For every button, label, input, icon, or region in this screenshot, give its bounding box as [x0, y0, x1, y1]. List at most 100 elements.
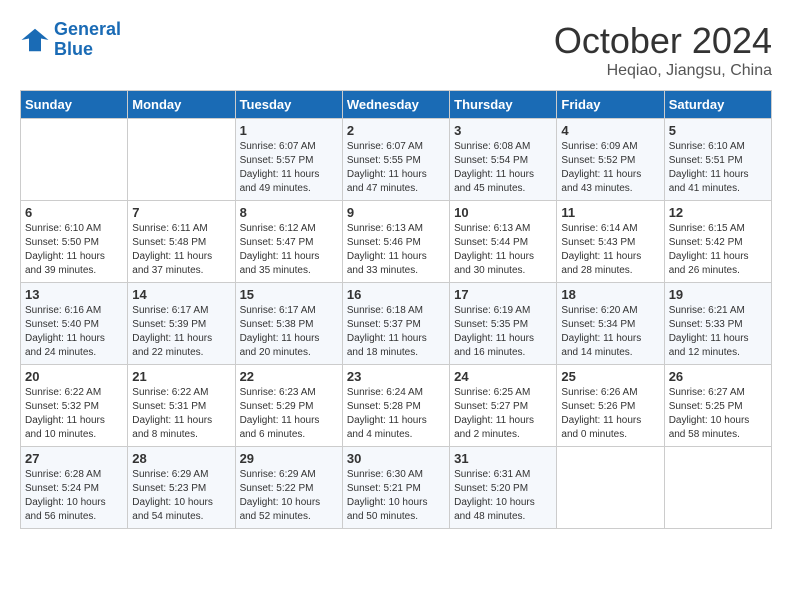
- day-info: Sunrise: 6:10 AM Sunset: 5:50 PM Dayligh…: [25, 222, 123, 278]
- day-number: 5: [669, 123, 767, 138]
- day-number: 19: [669, 287, 767, 302]
- weekday-header: Monday: [128, 91, 235, 119]
- weekday-header: Tuesday: [235, 91, 342, 119]
- weekday-header-row: SundayMondayTuesdayWednesdayThursdayFrid…: [21, 91, 772, 119]
- day-number: 14: [132, 287, 230, 302]
- day-number: 24: [454, 369, 552, 384]
- weekday-header: Wednesday: [342, 91, 449, 119]
- day-info: Sunrise: 6:08 AM Sunset: 5:54 PM Dayligh…: [454, 140, 552, 196]
- calendar-cell: 14 Sunrise: 6:17 AM Sunset: 5:39 PM Dayli…: [128, 283, 235, 365]
- day-info: Sunrise: 6:12 AM Sunset: 5:47 PM Dayligh…: [240, 222, 338, 278]
- day-info: Sunrise: 6:15 AM Sunset: 5:42 PM Dayligh…: [669, 222, 767, 278]
- day-number: 29: [240, 451, 338, 466]
- day-info: Sunrise: 6:29 AM Sunset: 5:23 PM Dayligh…: [132, 468, 230, 524]
- day-info: Sunrise: 6:07 AM Sunset: 5:55 PM Dayligh…: [347, 140, 445, 196]
- calendar-cell: 7Sunrise: 6:11 AM Sunset: 5:48 PM Daylig…: [128, 201, 235, 283]
- day-number: 8: [240, 205, 338, 220]
- calendar-cell: 28 Sunrise: 6:29 AM Sunset: 5:23 PM Dayli…: [128, 447, 235, 529]
- calendar-cell: 26 Sunrise: 6:27 AM Sunset: 5:25 PM Dayli…: [664, 365, 771, 447]
- calendar-cell: 2 Sunrise: 6:07 AM Sunset: 5:55 PM Daylig…: [342, 119, 449, 201]
- month-title: October 2024: [554, 20, 772, 62]
- day-info: Sunrise: 6:27 AM Sunset: 5:25 PM Dayligh…: [669, 386, 767, 442]
- day-info: Sunrise: 6:31 AM Sunset: 5:20 PM Dayligh…: [454, 468, 552, 524]
- calendar-cell: 6 Sunrise: 6:10 AM Sunset: 5:50 PM Daylig…: [21, 201, 128, 283]
- day-number: 6: [25, 205, 123, 220]
- day-number: 18: [561, 287, 659, 302]
- calendar-cell: 12 Sunrise: 6:15 AM Sunset: 5:42 PM Dayli…: [664, 201, 771, 283]
- day-number: 21: [132, 369, 230, 384]
- calendar-cell: 24 Sunrise: 6:25 AM Sunset: 5:27 PM Dayli…: [450, 365, 557, 447]
- calendar-cell: 22 Sunrise: 6:23 AM Sunset: 5:29 PM Dayli…: [235, 365, 342, 447]
- page-header: General Blue October 2024 Heqiao, Jiangs…: [20, 20, 772, 80]
- calendar-cell: [557, 447, 664, 529]
- calendar-cell: 13 Sunrise: 6:16 AM Sunset: 5:40 PM Dayli…: [21, 283, 128, 365]
- day-info: Sunrise: 6:25 AM Sunset: 5:27 PM Dayligh…: [454, 386, 552, 442]
- day-info: Sunrise: 6:14 AM Sunset: 5:43 PM Dayligh…: [561, 222, 659, 278]
- weekday-header: Thursday: [450, 91, 557, 119]
- day-info: Sunrise: 6:17 AM Sunset: 5:38 PM Dayligh…: [240, 304, 338, 360]
- logo: General Blue: [20, 20, 121, 60]
- calendar-cell: 10 Sunrise: 6:13 AM Sunset: 5:44 PM Dayli…: [450, 201, 557, 283]
- calendar-cell: 15 Sunrise: 6:17 AM Sunset: 5:38 PM Dayli…: [235, 283, 342, 365]
- day-info: Sunrise: 6:10 AM Sunset: 5:51 PM Dayligh…: [669, 140, 767, 196]
- day-info: Sunrise: 6:18 AM Sunset: 5:37 PM Dayligh…: [347, 304, 445, 360]
- calendar-week-row: 6 Sunrise: 6:10 AM Sunset: 5:50 PM Daylig…: [21, 201, 772, 283]
- day-number: 25: [561, 369, 659, 384]
- calendar-cell: [664, 447, 771, 529]
- day-info: Sunrise: 6:13 AM Sunset: 5:46 PM Dayligh…: [347, 222, 445, 278]
- calendar-cell: 23 Sunrise: 6:24 AM Sunset: 5:28 PM Dayli…: [342, 365, 449, 447]
- weekday-header: Saturday: [664, 91, 771, 119]
- logo-icon: [20, 25, 50, 55]
- calendar-cell: 27 Sunrise: 6:28 AM Sunset: 5:24 PM Dayli…: [21, 447, 128, 529]
- calendar-week-row: 20Sunrise: 6:22 AM Sunset: 5:32 PM Dayli…: [21, 365, 772, 447]
- weekday-header: Sunday: [21, 91, 128, 119]
- day-info: Sunrise: 6:28 AM Sunset: 5:24 PM Dayligh…: [25, 468, 123, 524]
- calendar-cell: 5 Sunrise: 6:10 AM Sunset: 5:51 PM Daylig…: [664, 119, 771, 201]
- day-info: Sunrise: 6:29 AM Sunset: 5:22 PM Dayligh…: [240, 468, 338, 524]
- day-info: Sunrise: 6:22 AM Sunset: 5:31 PM Dayligh…: [132, 386, 230, 442]
- calendar-cell: [128, 119, 235, 201]
- calendar-cell: 11Sunrise: 6:14 AM Sunset: 5:43 PM Dayli…: [557, 201, 664, 283]
- day-number: 4: [561, 123, 659, 138]
- day-number: 27: [25, 451, 123, 466]
- location-subtitle: Heqiao, Jiangsu, China: [554, 62, 772, 80]
- day-info: Sunrise: 6:16 AM Sunset: 5:40 PM Dayligh…: [25, 304, 123, 360]
- day-number: 9: [347, 205, 445, 220]
- day-info: Sunrise: 6:13 AM Sunset: 5:44 PM Dayligh…: [454, 222, 552, 278]
- day-number: 17: [454, 287, 552, 302]
- day-info: Sunrise: 6:20 AM Sunset: 5:34 PM Dayligh…: [561, 304, 659, 360]
- calendar-cell: 30Sunrise: 6:30 AM Sunset: 5:21 PM Dayli…: [342, 447, 449, 529]
- calendar-week-row: 13 Sunrise: 6:16 AM Sunset: 5:40 PM Dayli…: [21, 283, 772, 365]
- calendar-cell: 4 Sunrise: 6:09 AM Sunset: 5:52 PM Daylig…: [557, 119, 664, 201]
- day-info: Sunrise: 6:22 AM Sunset: 5:32 PM Dayligh…: [25, 386, 123, 442]
- day-number: 26: [669, 369, 767, 384]
- calendar-week-row: 27 Sunrise: 6:28 AM Sunset: 5:24 PM Dayli…: [21, 447, 772, 529]
- day-number: 16: [347, 287, 445, 302]
- day-number: 22: [240, 369, 338, 384]
- calendar-cell: 17 Sunrise: 6:19 AM Sunset: 5:35 PM Dayli…: [450, 283, 557, 365]
- calendar-cell: 8 Sunrise: 6:12 AM Sunset: 5:47 PM Daylig…: [235, 201, 342, 283]
- day-number: 23: [347, 369, 445, 384]
- calendar-cell: 31Sunrise: 6:31 AM Sunset: 5:20 PM Dayli…: [450, 447, 557, 529]
- day-number: 3: [454, 123, 552, 138]
- calendar-cell: 9 Sunrise: 6:13 AM Sunset: 5:46 PM Daylig…: [342, 201, 449, 283]
- calendar-cell: 19Sunrise: 6:21 AM Sunset: 5:33 PM Dayli…: [664, 283, 771, 365]
- day-number: 1: [240, 123, 338, 138]
- day-info: Sunrise: 6:23 AM Sunset: 5:29 PM Dayligh…: [240, 386, 338, 442]
- calendar-cell: 20Sunrise: 6:22 AM Sunset: 5:32 PM Dayli…: [21, 365, 128, 447]
- day-info: Sunrise: 6:17 AM Sunset: 5:39 PM Dayligh…: [132, 304, 230, 360]
- day-number: 10: [454, 205, 552, 220]
- day-number: 12: [669, 205, 767, 220]
- day-number: 2: [347, 123, 445, 138]
- day-info: Sunrise: 6:19 AM Sunset: 5:35 PM Dayligh…: [454, 304, 552, 360]
- calendar-table: SundayMondayTuesdayWednesdayThursdayFrid…: [20, 90, 772, 529]
- day-number: 30: [347, 451, 445, 466]
- day-info: Sunrise: 6:09 AM Sunset: 5:52 PM Dayligh…: [561, 140, 659, 196]
- day-number: 28: [132, 451, 230, 466]
- day-info: Sunrise: 6:24 AM Sunset: 5:28 PM Dayligh…: [347, 386, 445, 442]
- weekday-header: Friday: [557, 91, 664, 119]
- calendar-cell: 29 Sunrise: 6:29 AM Sunset: 5:22 PM Dayli…: [235, 447, 342, 529]
- day-number: 15: [240, 287, 338, 302]
- calendar-cell: [21, 119, 128, 201]
- day-number: 13: [25, 287, 123, 302]
